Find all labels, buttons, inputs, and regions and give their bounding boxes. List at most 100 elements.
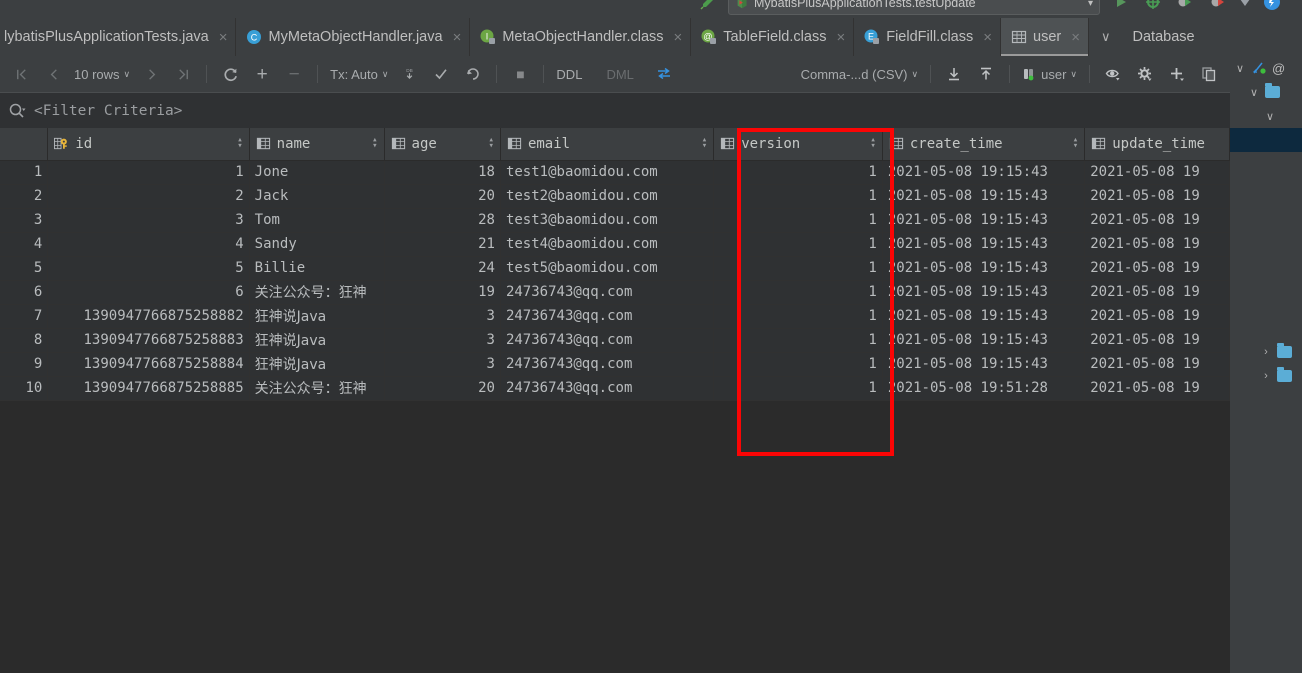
cell-update_time[interactable]: 2021-05-08 19 [1084, 208, 1230, 233]
cell-create_time[interactable]: 2021-05-08 19:15:43 [882, 304, 1086, 329]
copy-button[interactable] [1194, 61, 1224, 87]
cell-email[interactable]: 24736743@qq.com [500, 352, 715, 377]
run-icon[interactable] [1113, 0, 1129, 10]
column-header-age[interactable]: age ▴ ▾ [384, 128, 501, 161]
cell-create_time[interactable]: 2021-05-08 19:15:43 [882, 160, 1086, 185]
reload-button[interactable] [215, 61, 245, 87]
cell-id[interactable]: 5 [47, 256, 250, 281]
cell-age[interactable]: 24 [384, 256, 501, 281]
ddl-button[interactable]: DDL [552, 61, 586, 87]
cell-version[interactable]: 1 [713, 304, 883, 329]
debug-icon[interactable] [1177, 0, 1193, 10]
delete-row-button[interactable]: − [279, 61, 309, 87]
export-format-selector[interactable]: Comma-...d (CSV) ∨ [797, 61, 923, 87]
cell-name[interactable]: Jone [249, 160, 385, 185]
next-page-button[interactable] [136, 61, 166, 87]
cell-age[interactable]: 20 [384, 184, 501, 209]
search-everywhere-icon[interactable] [1263, 0, 1281, 11]
add-button[interactable] [1162, 61, 1192, 87]
cell-age[interactable]: 28 [384, 208, 501, 233]
db-submit-button[interactable]: DB [394, 61, 424, 87]
cell-email[interactable]: test5@baomidou.com [500, 256, 715, 281]
table-row[interactable]: 2 2 Jack 20 test2@baomidou.com 1 2021-05-08 19… [0, 184, 1230, 209]
cell-age[interactable]: 21 [384, 232, 501, 257]
cell-create_time[interactable]: 2021-05-08 19:15:43 [882, 280, 1086, 305]
table-row[interactable]: 7 1390947766875258882 狂神说Java 3 24736743@qq.… [0, 304, 1230, 329]
sort-toggle-icon[interactable]: ▴ ▾ [372, 136, 377, 151]
cell-version[interactable]: 1 [713, 376, 883, 401]
cell-name[interactable]: 狂神说Java [249, 328, 385, 353]
cell-email[interactable]: 24736743@qq.com [500, 328, 715, 353]
editor-tab-mybatisplusapplicationtests[interactable]: lybatisPlusApplicationTests.java × [0, 18, 237, 56]
stop-button[interactable]: ■ [505, 61, 535, 87]
table-row[interactable]: 10 1390947766875258885 关注公众号：狂神 20 24736743@… [0, 376, 1230, 401]
table-row[interactable]: 1 1 Jone 18 test1@baomidou.com 1 2021-05-08 19… [0, 160, 1230, 185]
cell-create_time[interactable]: 2021-05-08 19:15:43 [882, 232, 1086, 257]
cell-update_time[interactable]: 2021-05-08 19 [1084, 328, 1230, 353]
column-header-create_time[interactable]: create_time ▴ ▾ [882, 128, 1086, 161]
cell-create_time[interactable]: 2021-05-08 19:15:43 [882, 352, 1086, 377]
db-tree-row[interactable]: ∨ [1230, 80, 1302, 104]
cell-email[interactable]: test1@baomidou.com [500, 160, 715, 185]
cell-name[interactable]: 关注公众号：狂神 [249, 376, 385, 401]
cell-version[interactable]: 1 [713, 256, 883, 281]
sort-toggle-icon[interactable]: ▴ ▾ [870, 136, 875, 151]
cell-email[interactable]: 24736743@qq.com [500, 376, 715, 401]
import-data-button[interactable] [971, 61, 1001, 87]
commit-button[interactable] [426, 61, 456, 87]
close-icon[interactable]: × [983, 30, 992, 45]
cell-age[interactable]: 3 [384, 328, 501, 353]
close-icon[interactable]: × [219, 30, 228, 45]
dml-button[interactable]: DML [602, 61, 637, 87]
table-row[interactable]: 9 1390947766875258884 狂神说Java 3 24736743@qq.… [0, 352, 1230, 377]
tab-overflow-button[interactable]: ∨ [1089, 18, 1123, 56]
sort-toggle-icon[interactable]: ▴ ▾ [702, 136, 707, 151]
cell-email[interactable]: test2@baomidou.com [500, 184, 715, 209]
cell-version[interactable]: 1 [713, 280, 883, 305]
cell-name[interactable]: Tom [249, 208, 385, 233]
cell-update_time[interactable]: 2021-05-08 19 [1084, 160, 1230, 185]
chevron-down-icon[interactable]: ∨ [1234, 62, 1246, 75]
cell-id[interactable]: 1390947766875258884 [47, 352, 250, 377]
cell-name[interactable]: 狂神说Java [249, 352, 385, 377]
cell-version[interactable]: 1 [713, 208, 883, 233]
db-tree-row-selected[interactable] [1230, 128, 1302, 152]
cell-create_time[interactable]: 2021-05-08 19:51:28 [882, 376, 1086, 401]
run-configuration-selector[interactable]: MybatisPlusApplicationTests.testUpdate ▾ [728, 0, 1100, 15]
export-data-button[interactable] [939, 61, 969, 87]
build-icon[interactable] [1145, 0, 1161, 10]
cell-id[interactable]: 1 [47, 160, 250, 185]
chevron-right-icon[interactable]: › [1260, 370, 1272, 382]
close-icon[interactable]: × [453, 30, 462, 45]
rollback-button[interactable] [458, 61, 488, 87]
cell-email[interactable]: test3@baomidou.com [500, 208, 715, 233]
cell-version[interactable]: 1 [713, 160, 883, 185]
settings-button[interactable] [1130, 61, 1160, 87]
cell-update_time[interactable]: 2021-05-08 19 [1084, 184, 1230, 209]
chevron-down-icon[interactable]: ∨ [1264, 110, 1276, 123]
column-header-update_time[interactable]: update_time [1084, 128, 1230, 161]
cell-create_time[interactable]: 2021-05-08 19:15:43 [882, 208, 1086, 233]
table-row[interactable]: 3 3 Tom 28 test3@baomidou.com 1 2021-05-08 19:… [0, 208, 1230, 233]
db-tree-row[interactable]: › [1230, 364, 1302, 388]
db-tree-row[interactable]: ∨ @ [1230, 56, 1302, 80]
filter-criteria-input[interactable]: <Filter Criteria> [34, 103, 182, 119]
cell-name[interactable]: 关注公众号：狂神 [249, 280, 385, 305]
view-options-button[interactable] [1098, 61, 1128, 87]
editor-tab-tablefield-class[interactable]: @ TableField.class × [691, 18, 855, 56]
chevron-right-icon[interactable]: › [1260, 346, 1272, 358]
transaction-mode-selector[interactable]: Tx: Auto ∨ [326, 61, 392, 87]
close-icon[interactable]: × [674, 30, 683, 45]
table-row[interactable]: 8 1390947766875258883 狂神说Java 3 24736743@qq.… [0, 328, 1230, 353]
table-row[interactable]: 5 5 Billie 24 test5@baomidou.com 1 2021-05-08 … [0, 256, 1230, 281]
schema-selector[interactable]: user ∨ [1018, 61, 1081, 87]
cell-name[interactable]: 狂神说Java [249, 304, 385, 329]
cell-version[interactable]: 1 [713, 184, 883, 209]
cell-email[interactable]: test4@baomidou.com [500, 232, 715, 257]
profile-icon[interactable] [1237, 0, 1253, 10]
cell-update_time[interactable]: 2021-05-08 19 [1084, 232, 1230, 257]
cell-age[interactable]: 19 [384, 280, 501, 305]
cell-id[interactable]: 2 [47, 184, 250, 209]
sort-toggle-icon[interactable]: ▴ ▾ [1073, 136, 1078, 151]
cell-update_time[interactable]: 2021-05-08 19 [1084, 256, 1230, 281]
